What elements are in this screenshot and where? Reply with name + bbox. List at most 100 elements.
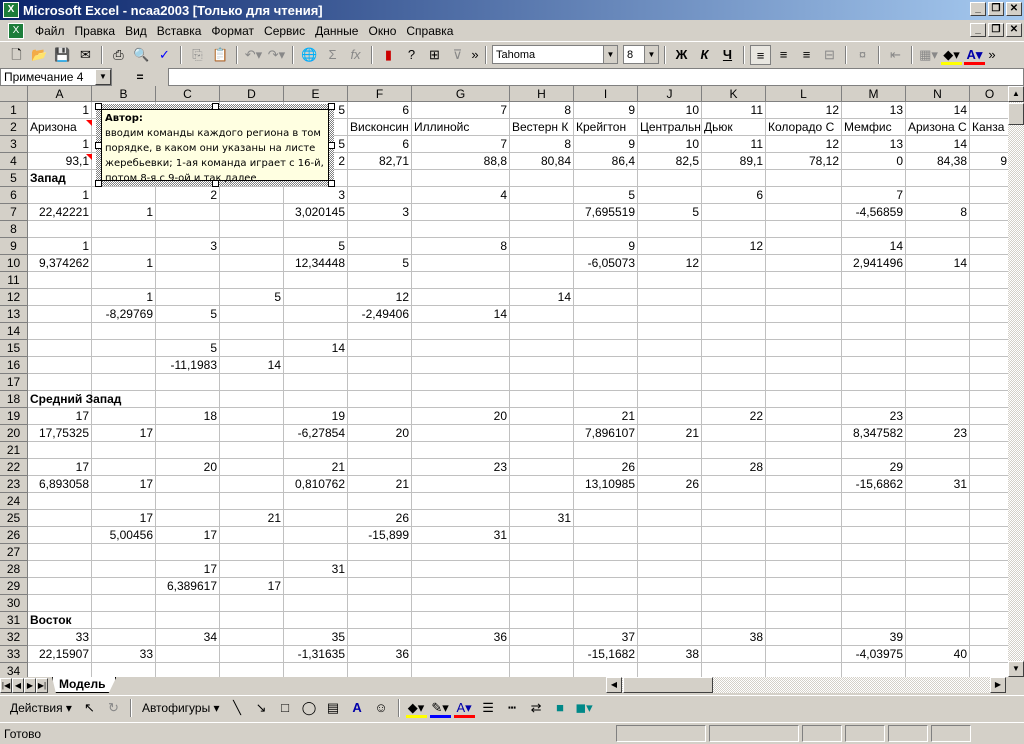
cell-M19[interactable]: 23 (842, 408, 906, 425)
cell-N32[interactable] (906, 629, 970, 646)
cell-C28[interactable]: 17 (156, 561, 220, 578)
cell-F20[interactable]: 20 (348, 425, 412, 442)
autoshapes-menu[interactable]: Автофигуры ▾ (138, 701, 224, 715)
cell-E28[interactable]: 31 (284, 561, 348, 578)
cell-C33[interactable] (156, 646, 220, 663)
cell-E8[interactable] (284, 221, 348, 238)
cell-M1[interactable]: 13 (842, 102, 906, 119)
cell-I7[interactable]: 7,695519 (574, 204, 638, 221)
row-header-8[interactable]: 8 (0, 221, 28, 238)
cell-O20[interactable] (970, 425, 1008, 442)
cell-J15[interactable] (638, 340, 702, 357)
column-header-F[interactable]: F (348, 86, 412, 102)
cell-E30[interactable] (284, 595, 348, 612)
cell-F2[interactable]: Висконсин (348, 119, 412, 136)
cell-L15[interactable] (766, 340, 842, 357)
cell-K26[interactable] (702, 527, 766, 544)
cell-C23[interactable] (156, 476, 220, 493)
cell-H13[interactable] (510, 306, 574, 323)
cell-J5[interactable] (638, 170, 702, 187)
cell-K15[interactable] (702, 340, 766, 357)
cell-I1[interactable]: 9 (574, 102, 638, 119)
oval-icon[interactable]: ◯ (299, 698, 320, 718)
cell-L8[interactable] (766, 221, 842, 238)
cell-H21[interactable] (510, 442, 574, 459)
cell-G28[interactable] (412, 561, 510, 578)
cell-comment[interactable]: Автор: вводим команды каждого региона в … (95, 103, 335, 187)
line-style-icon[interactable]: ☰ (478, 698, 499, 718)
cell-D30[interactable] (220, 595, 284, 612)
row-header-33[interactable]: 33 (0, 646, 28, 663)
cell-F21[interactable] (348, 442, 412, 459)
cell-F7[interactable]: 3 (348, 204, 412, 221)
cell-D17[interactable] (220, 374, 284, 391)
autosum-icon[interactable]: Σ (322, 45, 343, 65)
cell-F19[interactable] (348, 408, 412, 425)
cell-M15[interactable] (842, 340, 906, 357)
cell-O10[interactable] (970, 255, 1008, 272)
cell-A15[interactable] (28, 340, 92, 357)
cell-J30[interactable] (638, 595, 702, 612)
cell-B34[interactable] (92, 663, 156, 677)
cell-M3[interactable]: 13 (842, 136, 906, 153)
cell-G3[interactable]: 7 (412, 136, 510, 153)
menu-file[interactable]: Файл (30, 24, 70, 38)
cell-J13[interactable] (638, 306, 702, 323)
wordart-icon[interactable]: A (347, 698, 368, 718)
cell-G24[interactable] (412, 493, 510, 510)
cell-N31[interactable] (906, 612, 970, 629)
cell-G32[interactable]: 36 (412, 629, 510, 646)
cell-E10[interactable]: 12,34448 (284, 255, 348, 272)
resize-handle[interactable] (212, 180, 219, 187)
cell-D16[interactable]: 14 (220, 357, 284, 374)
cell-D6[interactable] (220, 187, 284, 204)
cell-H11[interactable] (510, 272, 574, 289)
align-right-icon[interactable]: ≡ (796, 45, 817, 65)
cell-N34[interactable] (906, 663, 970, 677)
cell-D20[interactable] (220, 425, 284, 442)
last-sheet-icon[interactable]: ▶| (36, 677, 48, 693)
rectangle-icon[interactable]: □ (275, 698, 296, 718)
cell-N2[interactable]: Аризона С (906, 119, 970, 136)
cell-N9[interactable] (906, 238, 970, 255)
cell-I18[interactable] (574, 391, 638, 408)
cell-G9[interactable]: 8 (412, 238, 510, 255)
cell-D9[interactable] (220, 238, 284, 255)
cell-B26[interactable]: 5,00456 (92, 527, 156, 544)
cell-A3[interactable]: 1 (28, 136, 92, 153)
cell-J33[interactable]: 38 (638, 646, 702, 663)
cell-K19[interactable]: 22 (702, 408, 766, 425)
cell-I13[interactable] (574, 306, 638, 323)
cell-L17[interactable] (766, 374, 842, 391)
cell-O34[interactable] (970, 663, 1008, 677)
arrow-style-icon[interactable]: ⇄ (526, 698, 547, 718)
font-color-icon[interactable]: A▾ (964, 45, 985, 65)
cell-B14[interactable] (92, 323, 156, 340)
cell-C32[interactable]: 34 (156, 629, 220, 646)
cell-F24[interactable] (348, 493, 412, 510)
cell-O18[interactable] (970, 391, 1008, 408)
scroll-thumb[interactable] (1008, 103, 1024, 125)
cell-K33[interactable] (702, 646, 766, 663)
row-header-6[interactable]: 6 (0, 187, 28, 204)
cell-I6[interactable]: 5 (574, 187, 638, 204)
cell-C22[interactable]: 20 (156, 459, 220, 476)
cell-D27[interactable] (220, 544, 284, 561)
resize-handle[interactable] (95, 103, 102, 110)
cell-C26[interactable]: 17 (156, 527, 220, 544)
cell-H9[interactable] (510, 238, 574, 255)
prev-sheet-icon[interactable]: ◀ (12, 677, 24, 693)
cell-F30[interactable] (348, 595, 412, 612)
cell-M26[interactable] (842, 527, 906, 544)
select-all-corner[interactable] (0, 86, 28, 102)
cell-E29[interactable] (284, 578, 348, 595)
cell-D14[interactable] (220, 323, 284, 340)
cell-H25[interactable]: 31 (510, 510, 574, 527)
cell-J16[interactable] (638, 357, 702, 374)
cell-M28[interactable] (842, 561, 906, 578)
cell-K27[interactable] (702, 544, 766, 561)
cell-B33[interactable]: 33 (92, 646, 156, 663)
fill-color-icon[interactable]: ◆▾ (405, 698, 427, 718)
new-icon[interactable]: 🗋 (6, 45, 27, 65)
cell-N24[interactable] (906, 493, 970, 510)
